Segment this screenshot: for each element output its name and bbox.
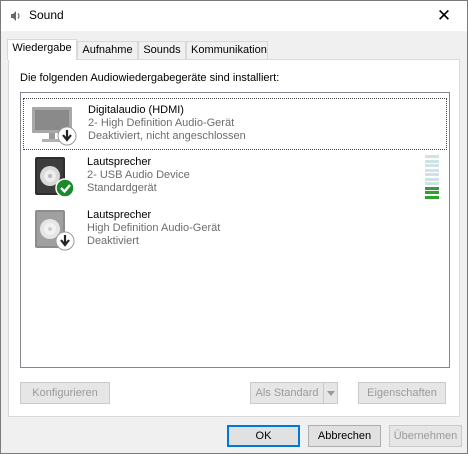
device-name: Digitalaudio (HDMI) <box>88 104 184 116</box>
intro-text: Die folgenden Audiowiedergabegeräte sind… <box>20 72 280 84</box>
speaker-box-icon <box>35 157 75 198</box>
level-meter-segment <box>425 168 439 172</box>
speaker-box-icon <box>35 210 75 251</box>
level-meter-segment <box>425 186 439 190</box>
green-check-badge-icon <box>55 178 75 198</box>
device-status: Standardgerät <box>87 182 157 194</box>
device-name: Lautsprecher <box>87 209 152 221</box>
level-meter-segment <box>425 164 439 167</box>
close-button[interactable]: ✕ <box>421 1 467 31</box>
device-driver: 2- High Definition Audio-Gerät <box>88 117 235 129</box>
level-meter-segment <box>425 173 439 176</box>
level-meter-segment <box>425 177 439 181</box>
device-status: Deaktiviert <box>87 235 139 247</box>
level-meter-segment <box>425 191 439 194</box>
device-name: Lautsprecher <box>87 156 152 168</box>
list-item-hd-speaker[interactable]: Lautsprecher High Definition Audio-Gerät… <box>23 204 447 256</box>
level-meter-segment <box>425 182 439 185</box>
properties-button[interactable]: Eigenschaften <box>358 382 446 404</box>
down-arrow-badge-icon <box>57 126 77 146</box>
title-bar[interactable]: Sound ✕ <box>1 1 467 31</box>
window-title: Sound <box>29 8 64 22</box>
speaker-icon <box>11 11 20 21</box>
level-meter <box>425 155 439 199</box>
tab-wiedergabe[interactable]: Wiedergabe <box>7 39 77 60</box>
device-driver: 2- USB Audio Device <box>87 169 190 181</box>
sound-dialog: Sound ✕ Wiedergabe Aufnahme Sounds Kommu… <box>0 0 468 454</box>
level-meter-segment <box>425 195 439 199</box>
set-default-button[interactable]: Als Standard <box>250 382 338 404</box>
cancel-button[interactable]: Abbrechen <box>308 425 381 447</box>
tab-sounds[interactable]: Sounds <box>138 41 186 59</box>
device-driver: High Definition Audio-Gerät <box>87 222 221 234</box>
device-status: Deaktiviert, nicht angeschlossen <box>88 130 246 142</box>
list-item-hdmi[interactable]: Digitalaudio (HDMI) 2- High Definition A… <box>23 98 447 150</box>
configure-button[interactable]: Konfigurieren <box>20 382 110 404</box>
level-meter-segment <box>425 155 439 158</box>
set-default-label: Als Standard <box>255 387 319 399</box>
device-list[interactable]: Digitalaudio (HDMI) 2- High Definition A… <box>20 92 450 368</box>
chevron-down-icon[interactable] <box>323 383 337 403</box>
tab-aufnahme[interactable]: Aufnahme <box>77 41 138 59</box>
down-arrow-badge-icon <box>55 231 75 251</box>
list-item-usb-speaker[interactable]: Lautsprecher 2- USB Audio Device Standar… <box>23 151 447 203</box>
monitor-icon <box>32 107 77 146</box>
playback-panel: Die folgenden Audiowiedergabegeräte sind… <box>8 59 460 417</box>
ok-button[interactable]: OK <box>227 425 300 447</box>
apply-button[interactable]: Übernehmen <box>389 425 462 447</box>
tab-kommunikation[interactable]: Kommunikation <box>186 41 268 59</box>
level-meter-segment <box>425 159 439 163</box>
